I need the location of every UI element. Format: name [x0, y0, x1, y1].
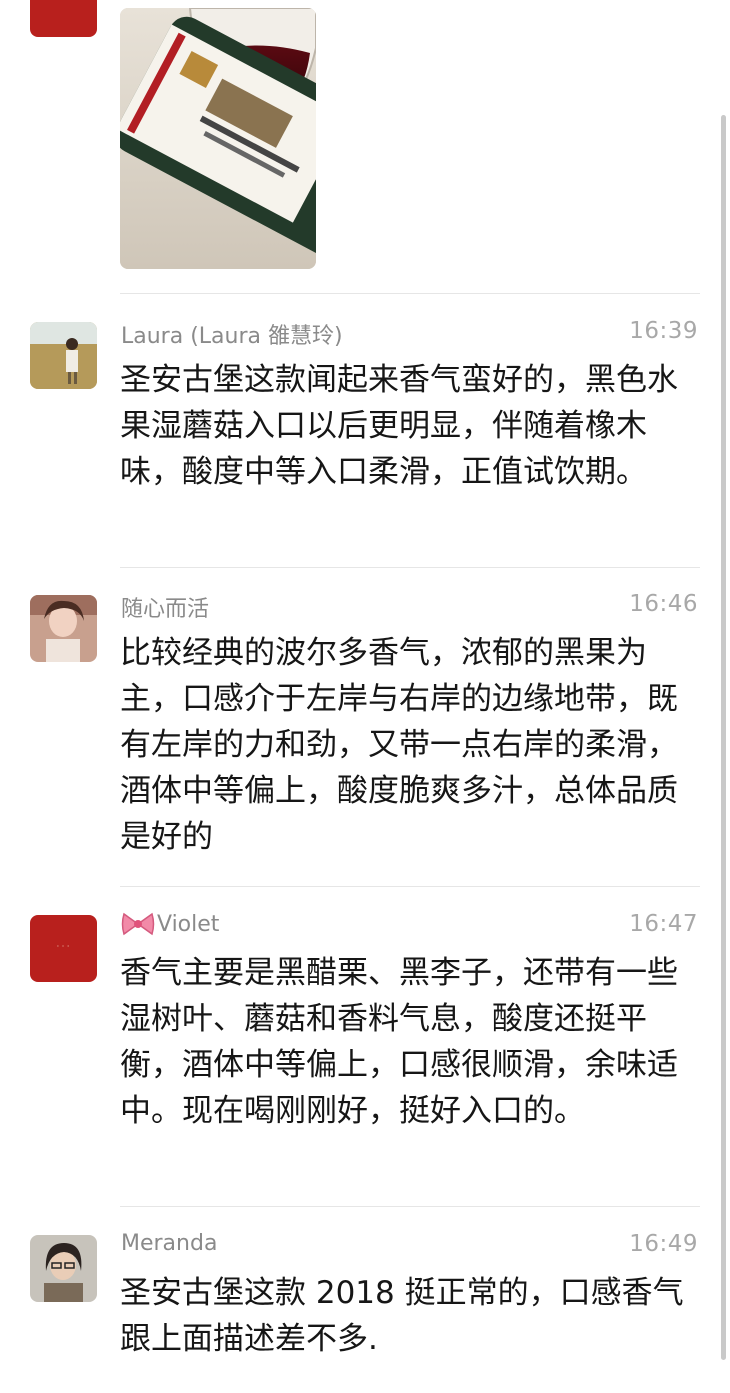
wine-bottle-photo	[120, 8, 316, 269]
sender-name: 随心而活	[121, 597, 210, 622]
avatar-meranda[interactable]	[30, 1235, 97, 1302]
ribbon-bow-icon	[121, 912, 155, 936]
message-divider	[120, 293, 700, 294]
sender-name: Laura (Laura 雒慧玲)	[121, 324, 343, 349]
avatar-suixin[interactable]	[30, 595, 97, 662]
avatar-violet-partial[interactable]	[30, 0, 97, 37]
scrollbar[interactable]	[721, 115, 726, 1360]
message-time: 16:47	[629, 911, 698, 937]
message-text: 圣安古堡这款 2018 挺正常的，口感香气跟上面描述差不多.	[120, 1275, 684, 1357]
message-divider	[120, 886, 700, 887]
message-text: 圣安古堡这款闻起来香气蛮好的，黑色水果湿蘑菇入口以后更明显，伴随着橡木味，酸度中…	[120, 362, 678, 490]
message-text: 比较经典的波尔多香气，浓郁的黑果为主，口感介于左岸与右岸的边缘地带，既有左岸的力…	[120, 635, 678, 855]
avatar-laura[interactable]	[30, 322, 97, 389]
sender-name: Violet	[121, 911, 219, 937]
wine-photo[interactable]	[120, 8, 316, 269]
chat-history[interactable]: Laura (Laura 雒慧玲) 16:39 圣安古堡这款闻起来香气蛮好的，黑…	[0, 0, 730, 1393]
message-divider	[120, 1206, 700, 1207]
svg-text:· · ·: · · ·	[57, 942, 70, 951]
message-divider	[120, 567, 700, 568]
message-text: 香气主要是黑醋栗、黑李子，还带有一些湿树叶、蘑菇和香料气息，酸度还挺平衡，酒体中…	[120, 955, 678, 1129]
sender-name-text: Violet	[157, 911, 220, 937]
avatar-violet[interactable]: · · ·	[30, 915, 97, 982]
message-time: 16:46	[629, 591, 698, 617]
message-time: 16:49	[629, 1231, 698, 1257]
sender-name: Meranda	[121, 1231, 218, 1256]
message-time: 16:39	[629, 318, 698, 344]
